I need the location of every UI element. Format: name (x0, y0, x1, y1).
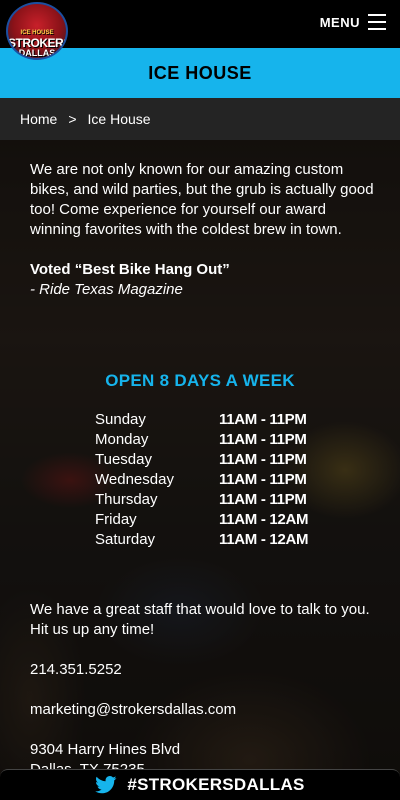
hours-time: 11AM - 11PM (219, 451, 307, 468)
hours-row: Monday 11AM - 11PM (95, 430, 355, 450)
hours-day: Saturday (95, 531, 156, 548)
hours-table: Sunday 11AM - 11PM Monday 11AM - 11PM Tu… (95, 410, 355, 550)
twitter-footer-bar[interactable]: #STROKERSDALLAS (0, 769, 400, 800)
hours-heading: OPEN 8 DAYS A WEEK (105, 371, 295, 390)
award-quote: Voted “Best Bike Hang Out” (30, 261, 230, 278)
hours-day: Thursday (95, 491, 158, 508)
hours-time: 11AM - 12AM (219, 511, 309, 528)
hours-row: Sunday 11AM - 11PM (95, 410, 355, 430)
email-link[interactable]: marketing@strokersdallas.com (30, 700, 375, 720)
hours-row: Thursday 11AM - 11PM (95, 490, 355, 510)
intro-section: We are not only known for our amazing cu… (30, 160, 375, 300)
hours-time: 11AM - 11PM (219, 411, 307, 428)
twitter-hashtag: #STROKERSDALLAS (127, 775, 305, 794)
intro-text: We are not only known for our amazing cu… (30, 161, 374, 238)
hours-row: Saturday 11AM - 12AM (95, 530, 355, 550)
hours-time: 11AM - 11PM (219, 471, 307, 488)
hours-day: Wednesday (95, 471, 174, 488)
hours-day: Tuesday (95, 451, 152, 468)
hours-day: Friday (95, 511, 137, 528)
contact-section: We have a great staff that would love to… (30, 600, 375, 780)
breadcrumb-current: Ice House (87, 111, 151, 127)
hours-row: Friday 11AM - 12AM (95, 510, 355, 530)
hours-day: Monday (95, 431, 149, 448)
staff-text: We have a great staff that would love to… (30, 601, 370, 638)
hours-day: Sunday (95, 411, 146, 428)
site-header: ICE HOUSE STROKERS DALLAS MENU (0, 0, 400, 60)
hours-time: 11AM - 11PM (219, 431, 307, 448)
twitter-bird-icon (95, 776, 117, 794)
hours-row: Tuesday 11AM - 11PM (95, 450, 355, 470)
breadcrumb-home-link[interactable]: Home (20, 111, 57, 127)
page-title: ICE HOUSE (148, 62, 252, 83)
hours-row: Wednesday 11AM - 11PM (95, 470, 355, 490)
hamburger-menu-icon[interactable] (368, 14, 386, 32)
award-source: - Ride Texas Magazine (30, 281, 183, 298)
phone-link[interactable]: 214.351.5252 (30, 660, 375, 680)
menu-button[interactable]: MENU (320, 15, 360, 30)
strokers-logo[interactable]: ICE HOUSE STROKERS DALLAS (6, 2, 68, 60)
address-line-1: 9304 Harry Hines Blvd (30, 741, 181, 758)
breadcrumb-separator: > (68, 111, 77, 127)
hours-time: 11AM - 11PM (219, 491, 307, 508)
breadcrumb: Home > Ice House (0, 98, 400, 140)
logo-city-text: DALLAS (18, 48, 56, 58)
hours-time: 11AM - 12AM (219, 531, 309, 548)
